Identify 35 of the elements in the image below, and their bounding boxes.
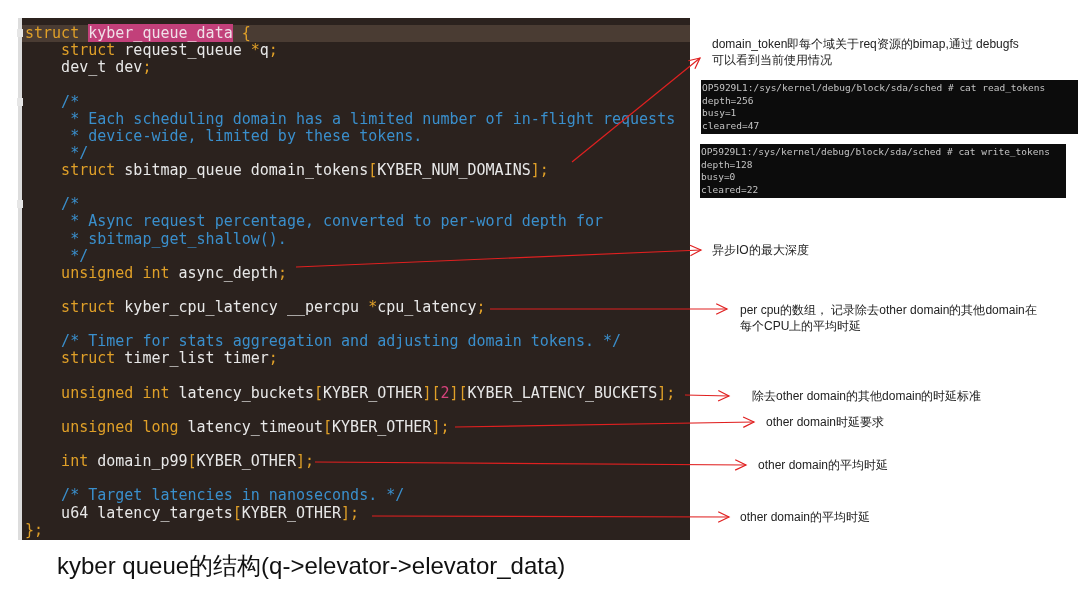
code-line: unsigned int async_depth; — [60, 263, 287, 282]
code-line: /* Target latencies in nanoseconds. */ — [60, 486, 405, 505]
annotation-text: 异步IO的最大深度 — [712, 242, 809, 258]
code-line: /* — [60, 92, 80, 111]
annotation-text: other domain的平均时延 — [740, 509, 871, 525]
code-line: unsigned int latency_buckets[KYBER_OTHER][2][KYBER_LATENCY_BUCKETS]; — [60, 383, 676, 402]
code-line: struct kyber_queue_data { — [25, 24, 251, 42]
code-line: unsigned long latency_timeout[KYBER_OTHER]; — [60, 417, 450, 436]
code-line: struct kyber_cpu_latency __percpu *cpu_latency; — [60, 298, 486, 316]
code-line: }; — [25, 520, 44, 539]
code-line: */ — [69, 246, 89, 265]
annotation-text: 除去other domain的其他domain的时延标准 — [752, 388, 982, 404]
annotation-text: other domain时延要求 — [766, 414, 885, 430]
terminal-output: OP5929L1:/sys/kernel/debug/block/sda/sched # cat read_tokens depth=256 busy=1 cleared=47 — [701, 80, 1078, 134]
code-line: /* — [60, 195, 80, 214]
code-line: */ — [69, 143, 89, 162]
annotation-text: other domain的平均时延 — [758, 457, 889, 473]
annotation-text: per cpu的数组， 记录除去other domain的其他domain在 每个CPU上的平均时延 — [740, 302, 1037, 334]
code-line: struct request_queue *q; — [60, 41, 278, 60]
annotation-arrow — [684, 389, 731, 402]
code-line: * Async request percentage, converted to per-word depth for — [69, 212, 603, 231]
code-line: struct timer_list timer; — [60, 349, 278, 368]
code-line: int domain_p99[KYBER_OTHER]; — [60, 452, 314, 471]
terminal-output: OP5929L1:/sys/kernel/debug/block/sda/sched # cat write_tokens depth=128 busy=0 cleared=22 — [700, 144, 1066, 198]
code-line: * sbitmap_get_shallow(). — [69, 229, 287, 248]
code-line: dev_t dev; — [60, 58, 152, 77]
fold-marker-icon[interactable] — [17, 29, 23, 37]
code-line: /* Timer for stats aggregation and adjusting domain tokens. */ — [60, 332, 622, 351]
fold-marker-icon[interactable] — [17, 200, 23, 209]
fold-marker-icon[interactable] — [17, 97, 23, 106]
code-line: struct sbitmap_queue domain_tokens[KYBER_NUM_DOMAINS]; — [60, 161, 549, 179]
code-line: * device-wide, limited by these tokens. — [69, 126, 423, 145]
code-line: u64 latency_targets[KYBER_OTHER]; — [60, 503, 360, 522]
annotation-text: domain_token即每个域关于req资源的bimap,通过 debugfs 可以看到当前使用情况 — [712, 36, 1019, 68]
slide-caption: kyber queue的结构(q->elevator->elevator_data) — [57, 551, 566, 581]
